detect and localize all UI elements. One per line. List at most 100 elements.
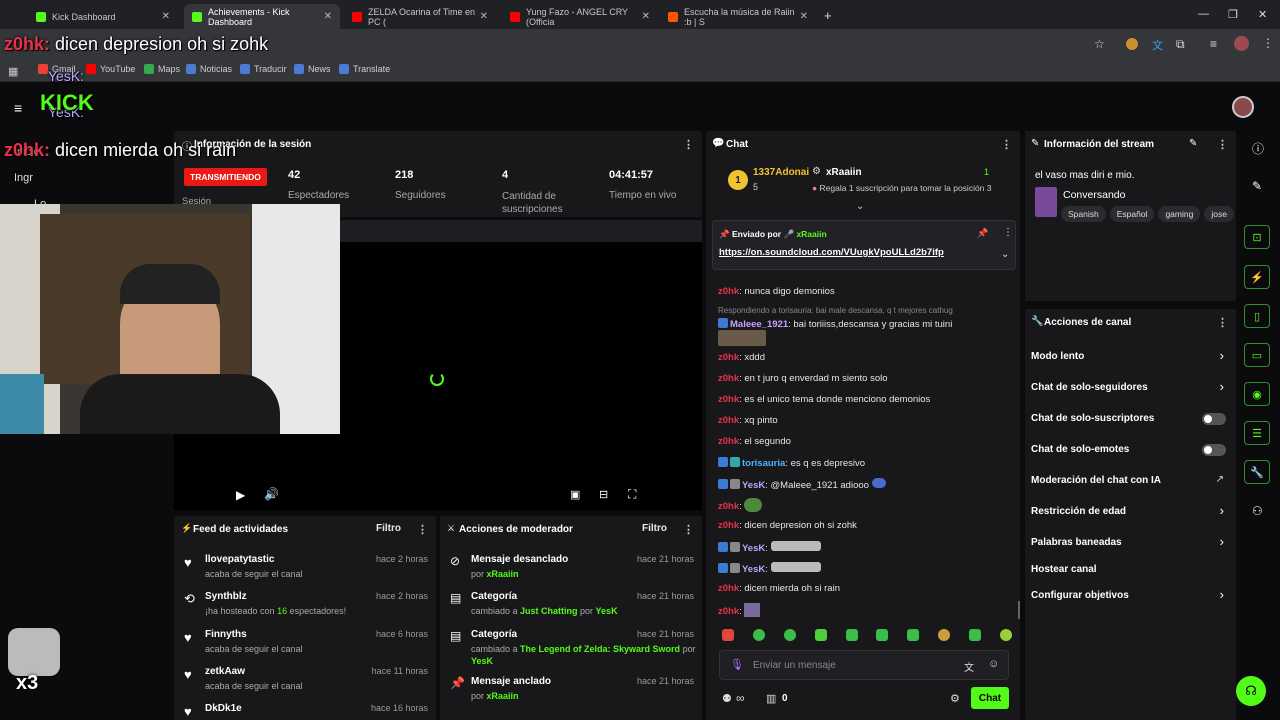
tag[interactable]: gaming (1158, 206, 1201, 222)
theater-icon[interactable]: ⊟ (599, 488, 608, 501)
emote-icon[interactable] (814, 629, 827, 641)
chat-user[interactable]: z0hk (718, 373, 739, 384)
leader-name[interactable]: xRaaiin (826, 167, 862, 178)
more-options-icon[interactable]: ⋮ (1217, 316, 1228, 329)
close-tab-icon[interactable]: ✕ (480, 11, 488, 22)
chat-user[interactable]: YesK (742, 564, 765, 575)
more-options-icon[interactable]: ⋮ (1001, 138, 1012, 151)
chat-input-box[interactable]: 🎙 Enviar un mensaje 文 ☺ (719, 650, 1009, 680)
bookmark-news[interactable]: News (294, 64, 331, 74)
star-icon[interactable]: ☆ (1094, 37, 1105, 51)
minimize-icon[interactable]: — (1198, 8, 1209, 20)
chat-user[interactable]: z0hk (718, 286, 739, 297)
tag[interactable]: Spanish (1061, 206, 1106, 222)
more-options-icon[interactable]: ⋮ (417, 523, 428, 536)
activity-user[interactable]: Finnyths (205, 629, 247, 640)
moderator-user[interactable]: YesK (596, 606, 618, 616)
more-options-icon[interactable]: ⋮ (1003, 227, 1013, 238)
chat-user[interactable]: z0hk (718, 352, 739, 363)
restore-icon[interactable]: ❐ (1228, 8, 1238, 21)
chat-input-placeholder[interactable]: Enviar un mensaje (753, 660, 836, 671)
pinned-user[interactable]: xRaaiin (796, 229, 826, 239)
tab-zelda[interactable]: ZELDA Ocarina of Time en PC ( ✕ (344, 4, 496, 29)
edit-icon[interactable]: ✎ (1252, 179, 1262, 193)
edit-icon[interactable]: ✎ (1189, 138, 1197, 149)
emote-icon[interactable] (907, 629, 920, 641)
sidebar-ingresos[interactable]: Ingr (14, 172, 33, 184)
bookmark-translate[interactable]: Translate (339, 64, 390, 74)
user-avatar[interactable] (1232, 96, 1254, 118)
menu-icon[interactable]: ⋮ (1262, 36, 1274, 50)
chat-send-button[interactable]: Chat (971, 687, 1009, 709)
activity-user[interactable]: DkDk1e (205, 703, 242, 714)
chat-user[interactable]: z0hk (718, 415, 739, 426)
channel-action-goals[interactable]: Configurar objetivos › (1025, 587, 1236, 604)
volume-icon[interactable]: 🔊 (264, 487, 279, 501)
emotes-only-toggle[interactable] (1202, 444, 1226, 456)
emote-icon[interactable] (722, 629, 734, 641)
channel-action-host[interactable]: Hostear canal (1025, 562, 1236, 578)
profile-avatar[interactable] (1234, 36, 1249, 51)
bookmark-traducir[interactable]: Traducir (240, 64, 287, 74)
reading-list-icon[interactable]: ≡ (1210, 37, 1217, 51)
category-name[interactable]: The Legend of Zelda: Skyward Sword (520, 644, 680, 654)
puzzle-icon[interactable]: ⧉ (1176, 37, 1185, 52)
tab-soundcloud[interactable]: Escucha la música de Raiin :b | S ✕ (660, 4, 816, 29)
tab-kick-dashboard[interactable]: Kick Dashboard ✕ (28, 4, 178, 29)
wrench-tool-icon[interactable]: 🔧 (1244, 460, 1270, 484)
close-tab-icon[interactable]: ✕ (642, 11, 650, 22)
pinned-link[interactable]: https://on.soundcloud.com/VUugkVpoULLd2b… (719, 247, 944, 258)
tab-angel-cry[interactable]: Yung Fazo - ANGEL CRY (Officia ✕ (502, 4, 658, 29)
chat-user[interactable]: z0hk (718, 520, 739, 531)
channel-action-ai-moderation[interactable]: Moderación del chat con IA ↗ (1025, 473, 1236, 489)
camera-tool-icon[interactable]: ⊡ (1244, 225, 1270, 249)
list-tool-icon[interactable]: ☰ (1244, 421, 1270, 445)
channel-action-banned-words[interactable]: Palabras baneadas › (1025, 534, 1236, 551)
chat-user[interactable]: z0hk (718, 394, 739, 405)
chat-user[interactable]: YesK (742, 480, 765, 491)
chat-user[interactable]: z0hk (718, 501, 739, 512)
fullscreen-icon[interactable]: ⛶ (628, 487, 636, 502)
channel-action-followers-only[interactable]: Chat de solo-seguidores › (1025, 379, 1236, 396)
category-name[interactable]: Just Chatting (520, 606, 578, 616)
translate-extension-icon[interactable]: 文 (1152, 37, 1163, 53)
lightning-tool-icon[interactable]: ⚡ (1244, 265, 1270, 289)
chat-user[interactable]: z0hk (718, 583, 739, 594)
chat-tool-icon[interactable]: ▭ (1244, 343, 1270, 367)
activity-user[interactable]: Synthblz (205, 591, 247, 602)
moderator-user[interactable]: YesK (471, 656, 493, 666)
emoji-icon[interactable]: ☺ (988, 658, 999, 670)
emote-icon[interactable] (752, 629, 765, 641)
more-options-icon[interactable]: ⋮ (683, 523, 694, 536)
filter-button[interactable]: Filtro (642, 523, 667, 534)
bookmark-noticias[interactable]: Noticias (186, 64, 232, 74)
filter-button[interactable]: Filtro (376, 523, 401, 534)
info-icon[interactable]: ⓘ (1252, 140, 1264, 157)
emote-icon[interactable] (999, 629, 1012, 641)
stream-category[interactable]: Conversando (1063, 189, 1125, 201)
chat-user[interactable]: z0hk (718, 436, 739, 447)
document-tool-icon[interactable]: ▯ (1244, 304, 1270, 328)
chat-user[interactable]: torisauria (742, 458, 785, 469)
subs-only-toggle[interactable] (1202, 413, 1226, 425)
close-window-icon[interactable]: ✕ (1258, 8, 1267, 21)
bookmark-youtube[interactable]: YouTube (86, 64, 135, 74)
play-icon[interactable]: ▶ (236, 488, 245, 502)
chat-scrollbar[interactable] (1018, 601, 1020, 619)
close-tab-icon[interactable]: ✕ (162, 11, 170, 22)
help-chat-button[interactable]: ☊ (1236, 676, 1266, 706)
moderator-user[interactable]: xRaaiin (487, 569, 519, 579)
pip-icon[interactable]: ▣ (570, 488, 580, 501)
tag[interactable]: jose (1204, 206, 1234, 222)
settings-icon[interactable]: ⚙ (950, 692, 960, 705)
bookmark-maps[interactable]: Maps (144, 64, 180, 74)
moderator-user[interactable]: xRaaiin (487, 691, 519, 701)
chat-user[interactable]: z0hk (718, 606, 739, 617)
extension-icon[interactable] (1126, 38, 1138, 50)
broadcast-tool-icon[interactable]: ◉ (1244, 382, 1270, 406)
top-gifter-name[interactable]: 1337Adonai (753, 167, 809, 178)
close-tab-icon[interactable]: ✕ (800, 11, 808, 22)
chevron-down-icon[interactable]: ⌄ (1001, 249, 1009, 260)
hamburger-icon[interactable]: ≡ (14, 100, 22, 116)
tag[interactable]: Español (1109, 206, 1155, 222)
